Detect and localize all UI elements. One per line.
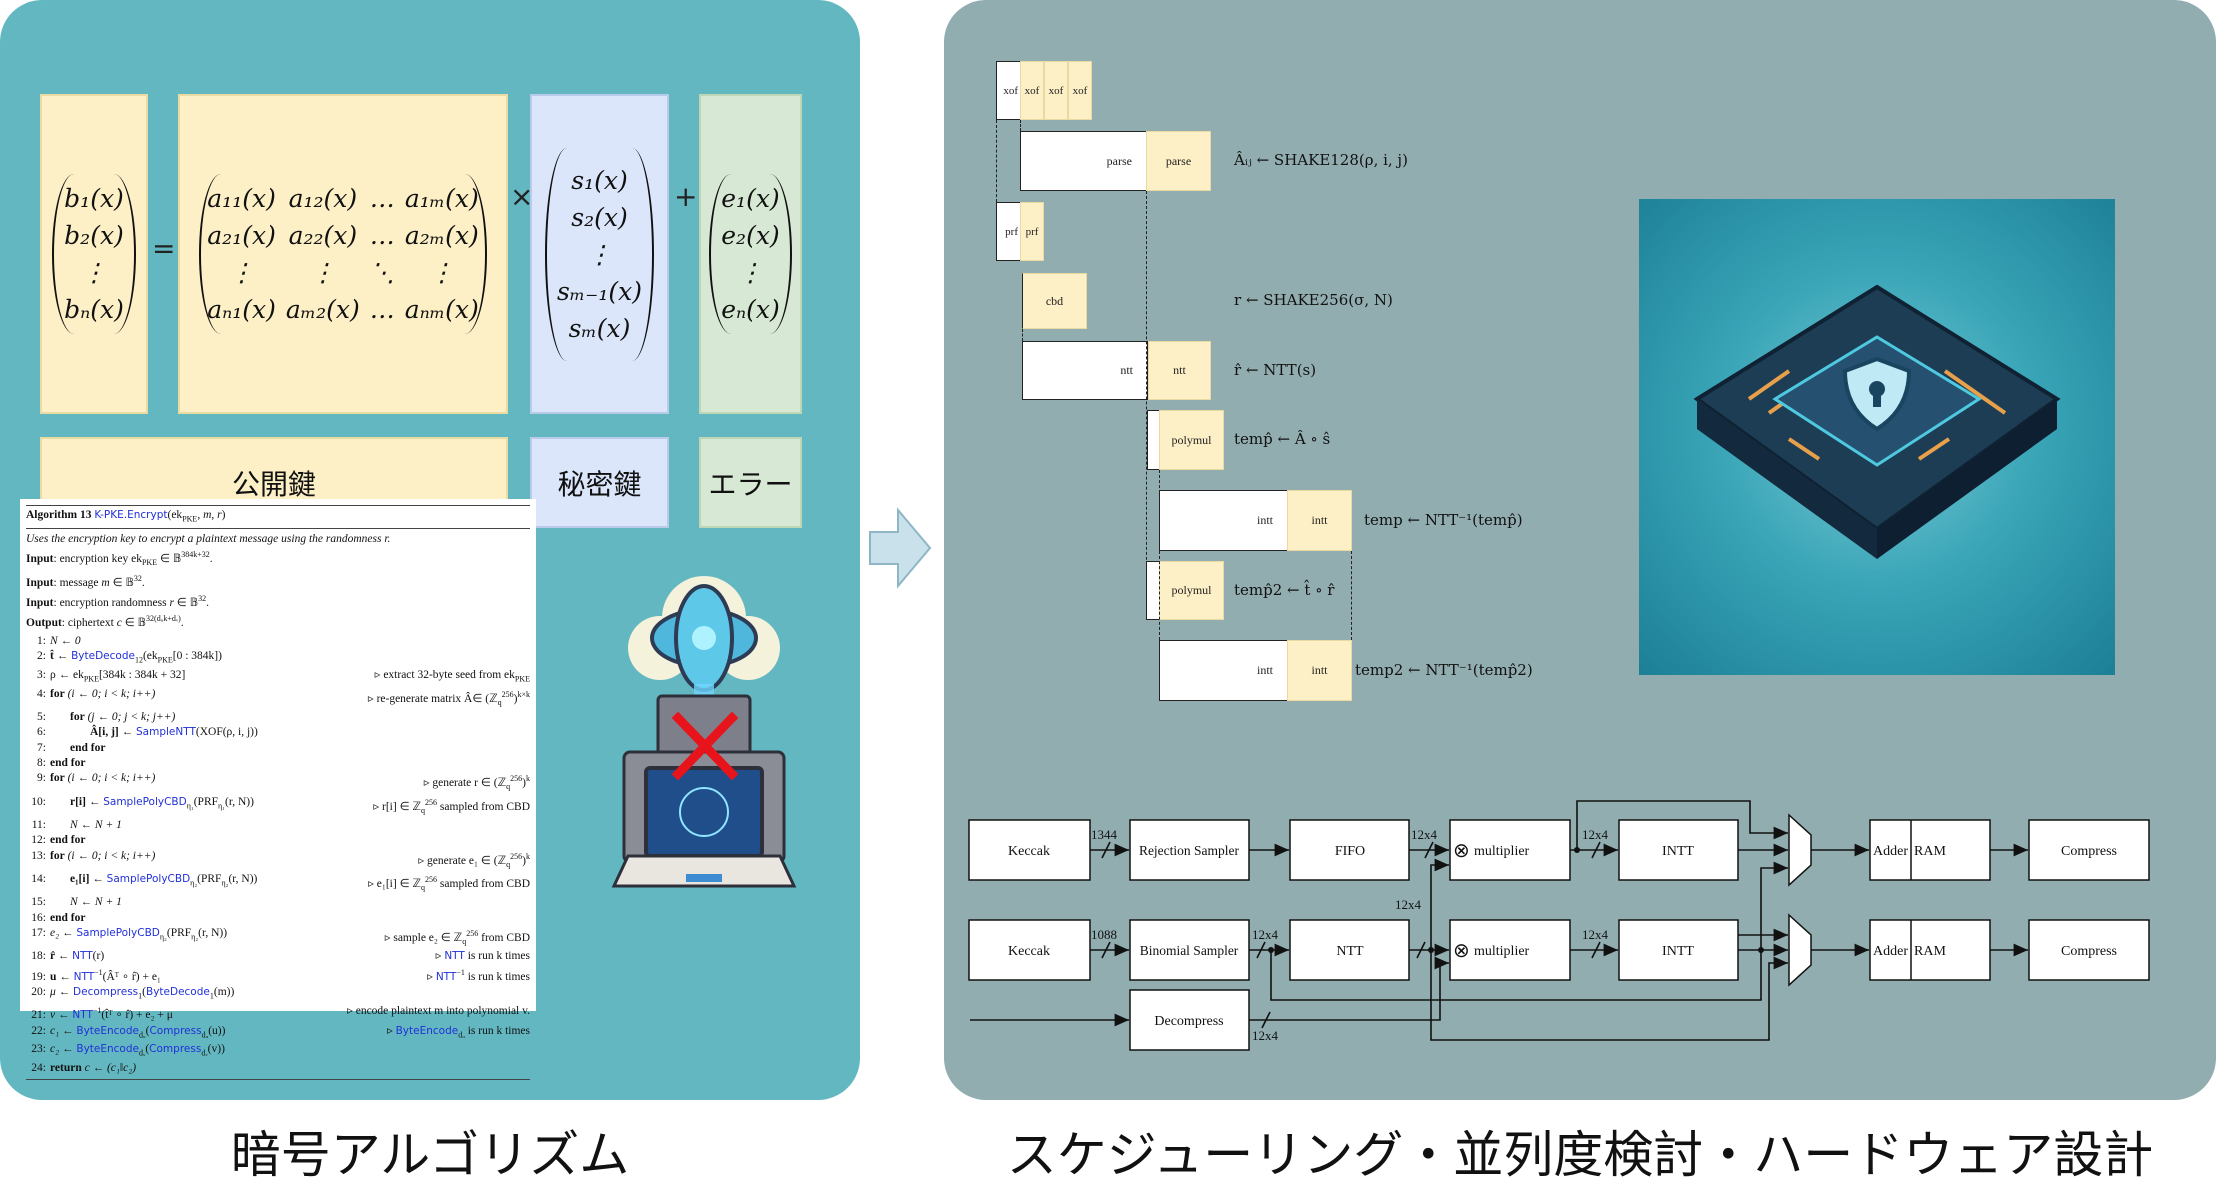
keccak-label-1: Keccak: [1008, 844, 1050, 859]
bus-width-label: 12x4: [1252, 927, 1279, 942]
bus-width-label: 12x4: [1252, 1028, 1279, 1043]
multiply-icon: ⊗: [1453, 940, 1470, 962]
multiplier-label-1: multiplier: [1474, 844, 1530, 859]
bus-width-label: 12x4: [1582, 827, 1609, 842]
left-caption: 暗号アルゴリズム: [230, 1126, 630, 1184]
rejection-sampler-label: Rejection Sampler: [1139, 843, 1240, 858]
compress-label-2: Compress: [2061, 944, 2117, 959]
multiplier-label-2: multiplier: [1474, 944, 1530, 959]
intt-label-2: INTT: [1662, 944, 1694, 959]
right-caption: スケジューリング・並列度検討・ハードウェア設計: [1006, 1126, 2154, 1184]
bus-width-label: 12x4: [1582, 927, 1609, 942]
ram-label-2: RAM: [1914, 944, 1946, 959]
ram-label-1: RAM: [1914, 844, 1946, 859]
adder-label-2: Adder: [1873, 944, 1908, 959]
hardware-block-diagram: Keccak Rejection Sampler FIFO ⊗ multipli…: [968, 800, 2150, 1051]
bus-width-label: 1088: [1091, 927, 1117, 942]
fifo-label: FIFO: [1335, 844, 1365, 859]
bus-width-label: 12x4: [1411, 827, 1438, 842]
adder-label-1: Adder: [1873, 844, 1908, 859]
ntt-label: NTT: [1336, 944, 1364, 959]
mux-1: [1788, 813, 1812, 887]
mux-2: [1788, 913, 1812, 987]
keccak-label-2: Keccak: [1008, 944, 1050, 959]
bus-width-label: 1344: [1091, 827, 1118, 842]
compress-label-1: Compress: [2061, 844, 2117, 859]
bus-width-label: 12x4: [1395, 897, 1422, 912]
binomial-sampler-label: Binomial Sampler: [1140, 943, 1239, 958]
decompress-label: Decompress: [1154, 1014, 1223, 1029]
intt-label-1: INTT: [1662, 844, 1694, 859]
multiply-icon: ⊗: [1453, 840, 1470, 862]
